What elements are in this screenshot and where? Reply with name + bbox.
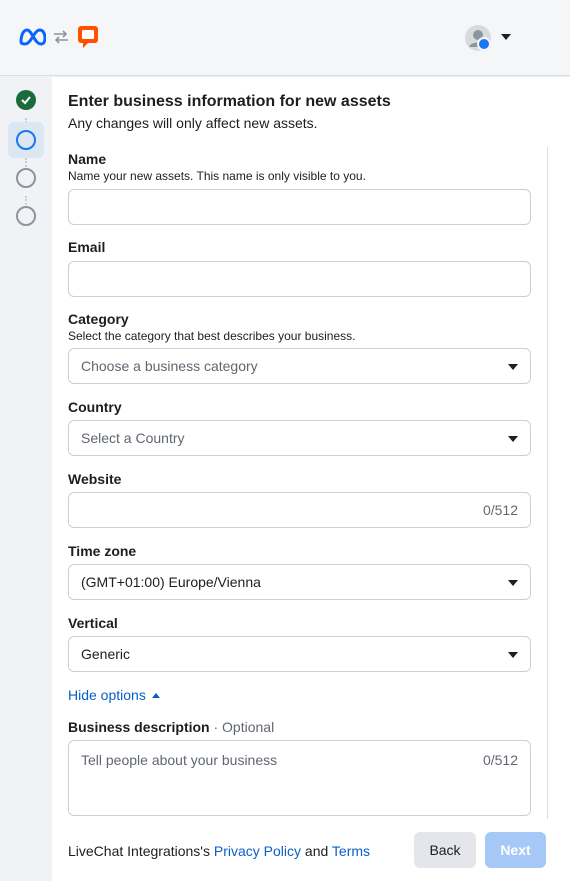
vertical-select[interactable]: Generic <box>68 636 531 672</box>
website-label: Website <box>68 471 122 487</box>
step-3 <box>8 160 44 196</box>
facebook-badge-icon <box>477 37 491 51</box>
name-input[interactable] <box>68 189 531 225</box>
email-label: Email <box>68 239 106 255</box>
hide-options-label: Hide options <box>68 687 146 703</box>
check-circle-icon <box>16 90 36 110</box>
website-input[interactable]: 0/512 <box>68 492 531 528</box>
timezone-label: Time zone <box>68 543 137 559</box>
description-char-counter: 0/512 <box>482 752 518 768</box>
category-placeholder: Choose a business category <box>81 358 258 374</box>
terms-link[interactable]: Terms <box>332 843 370 859</box>
step-4 <box>8 198 44 234</box>
progress-stepper <box>0 77 52 881</box>
website-char-counter: 0/512 <box>482 502 518 518</box>
description-label: Business description · Optional <box>68 719 274 735</box>
step-1-completed <box>8 82 44 118</box>
country-label: Country <box>68 399 122 415</box>
category-select[interactable]: Choose a business category <box>68 348 531 384</box>
step-circle-icon <box>16 206 36 226</box>
step-circle-icon <box>16 168 36 188</box>
country-select[interactable]: Select a Country <box>68 420 531 456</box>
chevron-up-icon <box>151 692 160 698</box>
name-label: Name <box>68 151 107 167</box>
step-2-current <box>8 122 44 158</box>
chevron-down-icon <box>508 436 518 442</box>
back-button[interactable]: Back <box>414 832 476 868</box>
email-input[interactable] <box>68 261 531 297</box>
legal-and: and <box>304 843 329 859</box>
category-help: Select the category that best describes … <box>68 329 356 343</box>
timezone-select[interactable]: (GMT+01:00) Europe/Vienna <box>68 564 531 600</box>
chevron-down-icon <box>508 652 518 658</box>
profile-avatar[interactable] <box>465 25 491 51</box>
legal-prefix: LiveChat Integrations's <box>68 843 210 859</box>
category-label: Category <box>68 311 129 327</box>
name-help: Name your new assets. This name is only … <box>68 169 366 183</box>
chevron-down-icon <box>508 580 518 586</box>
vertical-value: Generic <box>81 646 131 662</box>
privacy-policy-link[interactable]: Privacy Policy <box>214 843 301 859</box>
page-subtitle: Any changes will only affect new assets. <box>68 115 318 131</box>
next-button[interactable]: Next <box>485 832 546 868</box>
country-placeholder: Select a Country <box>81 430 185 446</box>
meta-logo-icon <box>19 28 46 46</box>
vertical-label: Vertical <box>68 615 118 631</box>
form-panel: Enter business information for new asset… <box>52 77 570 881</box>
livechat-logo-icon <box>78 26 98 48</box>
description-label-text: Business description <box>68 719 210 735</box>
step-circle-icon <box>16 130 36 150</box>
hide-options-toggle[interactable]: Hide options <box>68 687 160 703</box>
timezone-value: (GMT+01:00) Europe/Vienna <box>81 574 261 590</box>
account-menu-caret-icon[interactable] <box>501 34 511 40</box>
description-placeholder: Tell people about your business <box>81 752 278 768</box>
chevron-down-icon <box>508 364 518 370</box>
form-scroll-area[interactable]: Name Name your new assets. This name is … <box>52 147 548 819</box>
optional-tag: · Optional <box>213 719 275 735</box>
top-bar <box>0 0 570 76</box>
description-textarea[interactable]: Tell people about your business 0/512 <box>68 740 531 816</box>
legal-text: LiveChat Integrations's Privacy Policy a… <box>68 843 370 859</box>
swap-icon <box>54 30 68 44</box>
page-title: Enter business information for new asset… <box>68 93 391 110</box>
